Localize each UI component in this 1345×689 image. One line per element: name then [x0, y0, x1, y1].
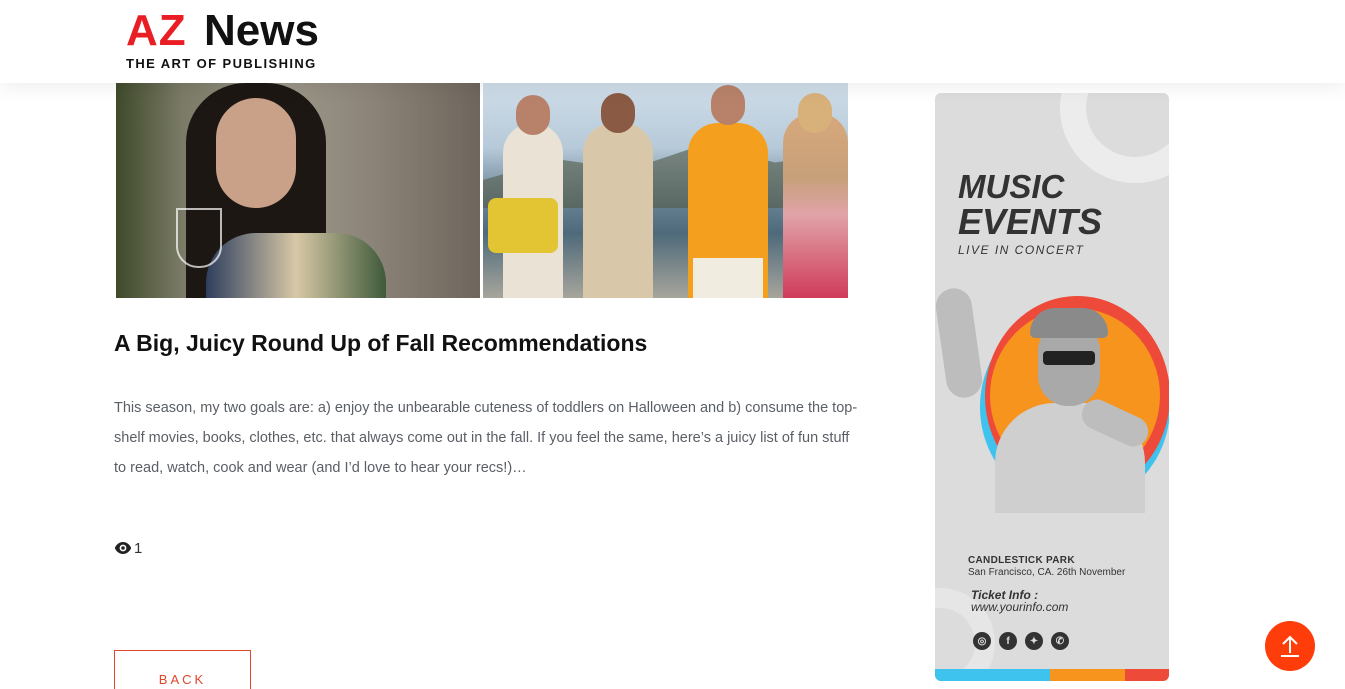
whatsapp-icon: ✆ [1051, 632, 1069, 650]
twitter-icon: ✦ [1025, 632, 1043, 650]
ad-social-icons: ◎ f ✦ ✆ [973, 632, 1069, 650]
ad-subtitle: LIVE IN CONCERT [958, 243, 1085, 257]
hero-image-left [116, 83, 480, 298]
hero-image-right [483, 83, 848, 298]
ad-url: www.yourinfo.com [971, 600, 1069, 614]
view-count-value: 1 [134, 539, 143, 557]
site-logo[interactable]: AZ News THE ART OF PUBLISHING [126, 6, 319, 76]
scroll-to-top-button[interactable] [1265, 621, 1315, 671]
instagram-icon: ◎ [973, 632, 991, 650]
article-title: A Big, Juicy Round Up of Fall Recommenda… [114, 330, 648, 356]
logo-name: News [204, 6, 319, 55]
view-count: 1 [114, 539, 142, 557]
site-header: AZ News THE ART OF PUBLISHING [0, 0, 1345, 83]
eye-icon [114, 542, 132, 554]
logo-brand: AZ [126, 6, 187, 55]
article-excerpt: This season, my two goals are: a) enjoy … [114, 400, 858, 476]
logo-tagline: THE ART OF PUBLISHING [126, 56, 317, 71]
back-button[interactable]: BACK [114, 650, 251, 689]
ad-location: San Francisco, CA. 26th November [968, 567, 1126, 578]
ad-color-stripe [935, 669, 1169, 681]
arrow-up-icon [1281, 635, 1299, 657]
facebook-icon: f [999, 632, 1017, 650]
article-hero-image [116, 83, 848, 298]
ad-title-line2: EVENTS [958, 201, 1103, 242]
ad-venue: CANDLESTICK PARK [968, 555, 1075, 566]
sidebar-ad-banner[interactable]: MUSIC EVENTS LIVE IN CONCERT CANDLESTICK… [935, 93, 1169, 681]
